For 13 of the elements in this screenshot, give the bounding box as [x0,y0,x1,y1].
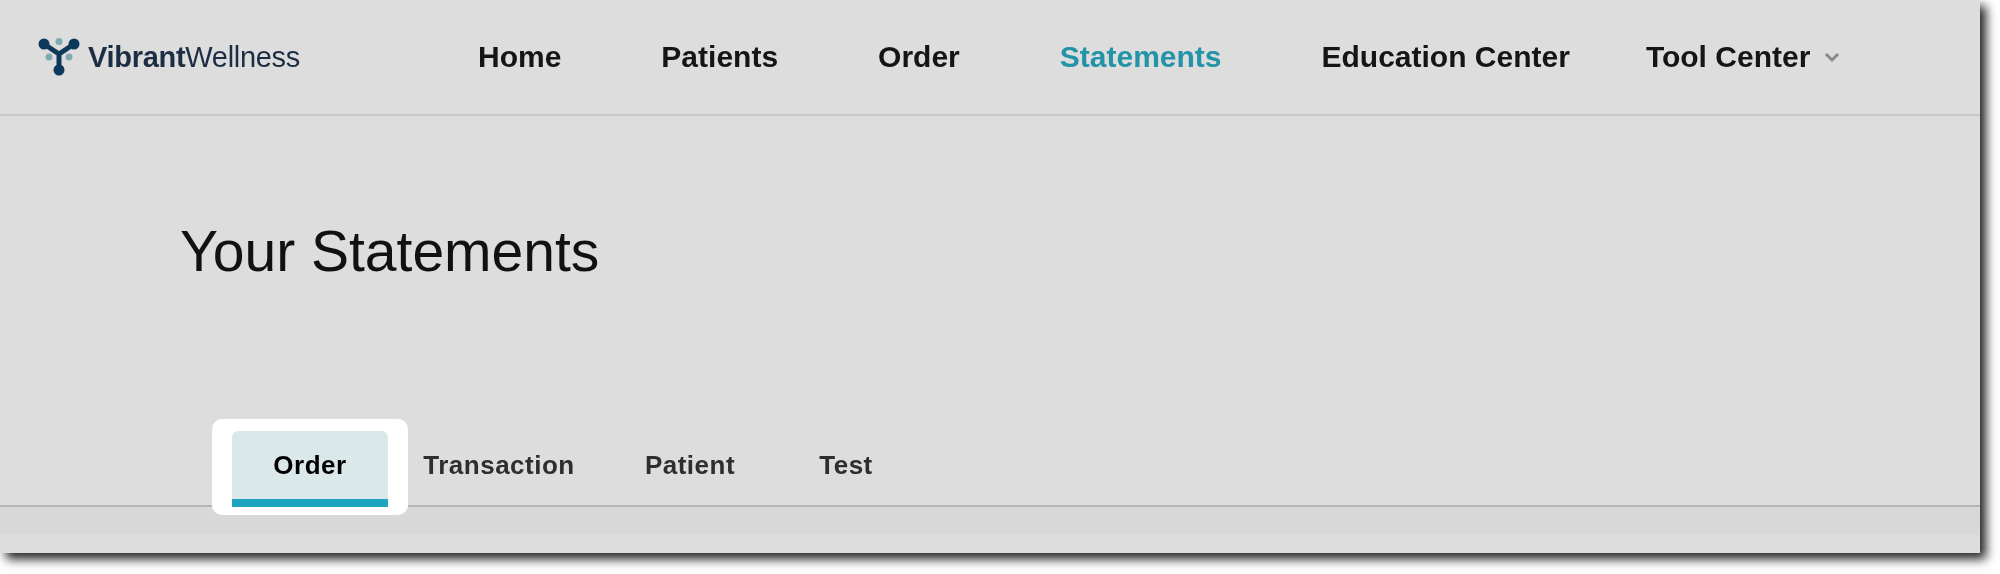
logo-icon [38,38,80,76]
nav-link[interactable]: Home [478,40,562,74]
nav-link[interactable]: Order [878,40,960,74]
nav-link[interactable]: Education Center [1321,40,1570,74]
tab[interactable]: Test [796,431,896,507]
page-title: Your Statements [179,218,601,285]
tab[interactable]: Order [232,431,388,507]
nav-link[interactable]: Patients [661,40,779,74]
tab[interactable]: Transaction [414,431,584,507]
nav-link[interactable]: Tool Center [1645,40,1841,74]
brand-name: VibrantWellness [88,40,300,74]
chevron-down-icon [1824,52,1841,62]
tab[interactable]: Patient [610,431,770,507]
